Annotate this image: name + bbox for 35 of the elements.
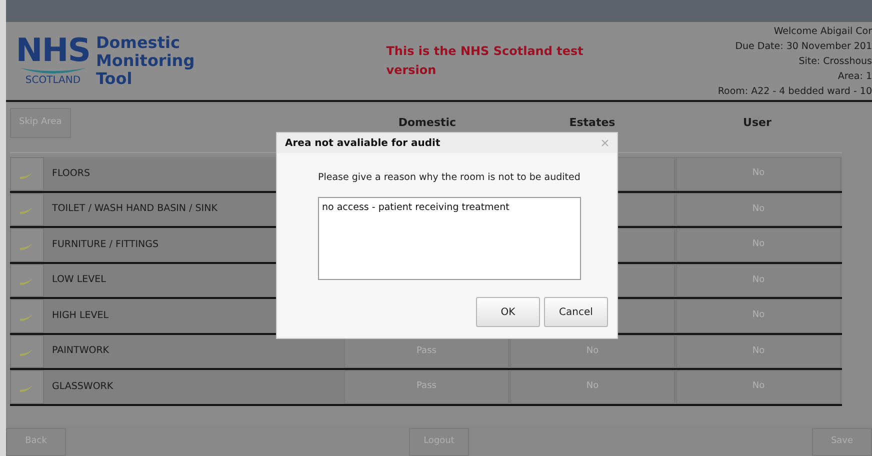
logo-mark: NHS [16, 35, 90, 65]
column-header: User [742, 114, 772, 131]
column-header: Domestic [397, 114, 458, 131]
session-info: Welcome Abigail Cor [774, 24, 872, 38]
session-info: Site: Crosshous [798, 54, 872, 68]
dialog-title: Area not avaliable for audit [285, 136, 440, 150]
row-icon-tile[interactable] [10, 334, 44, 368]
category-label: FURNITURE / FITTINGS [52, 238, 159, 252]
category-label: HIGH LEVEL [52, 308, 109, 323]
row-icon-tile[interactable] [10, 192, 44, 226]
session-info: Room: A22 - 4 bedded ward - 10 [718, 84, 872, 98]
wave-icon [18, 65, 88, 75]
category-label: PAINTWORK [52, 344, 110, 358]
category-label: FLOORS [52, 166, 90, 181]
close-icon[interactable] [601, 139, 609, 147]
row-icon-tile[interactable] [10, 228, 44, 262]
session-info: Due Date: 30 November 201 [735, 40, 872, 54]
dialog-prompt: Please give a reason why the room is not to be audited [318, 171, 582, 185]
logo-subtitle: SCOTLAND [25, 75, 81, 87]
app-title: Tool [96, 70, 132, 88]
reason-field[interactable]: no access - patient receiving treatment [318, 197, 581, 280]
column-header: Estates [568, 114, 616, 131]
dialog-button[interactable]: OK [476, 297, 540, 328]
row-icon-tile[interactable] [10, 370, 44, 404]
category-label: LOW LEVEL [52, 273, 106, 288]
category-label: TOILET / WASH HAND BASIN / SINK [52, 202, 218, 216]
category-label: GLASSWORK [52, 380, 114, 394]
test-version-notice: This is the NHS Scotland test version [386, 43, 584, 79]
app-title: Domestic [96, 34, 181, 52]
row-icon-tile[interactable] [10, 157, 44, 190]
session-info: Area: 1 [838, 70, 872, 84]
row-icon-tile[interactable] [10, 299, 44, 332]
row-icon-tile[interactable] [10, 264, 44, 297]
dialog-button[interactable]: Cancel [544, 297, 608, 328]
app-title: Monitoring [96, 52, 195, 70]
